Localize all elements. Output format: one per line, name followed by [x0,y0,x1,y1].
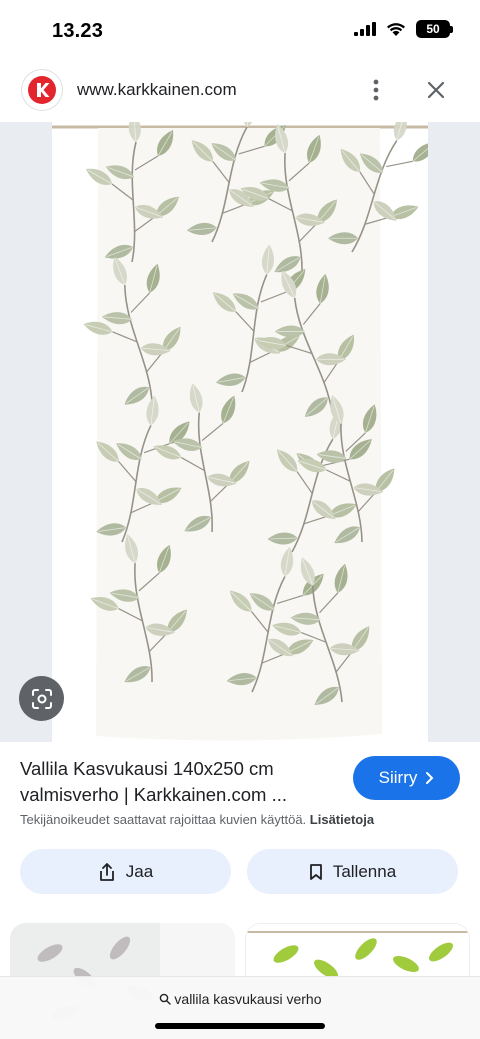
bottom-search-bar[interactable]: vallila kasvukausi verho [0,976,480,1039]
wifi-icon [387,22,405,36]
close-icon[interactable] [422,76,450,104]
save-button[interactable]: Tallenna [247,849,458,894]
search-icon [159,993,171,1005]
status-icons: 50 [354,20,453,38]
visit-button-label: Siirry [378,768,418,787]
site-logo[interactable] [22,70,62,110]
signal-icon [354,22,376,36]
lens-icon[interactable] [19,676,64,721]
browser-url-bar: www.karkkainen.com [0,62,480,120]
bookmark-icon [309,863,322,880]
copyright-notice: Tekijänoikeudet saattavat rajoittaa kuvi… [20,812,374,827]
save-label: Tallenna [332,861,397,881]
home-indicator [155,1023,325,1029]
copyright-text: Tekijänoikeudet saattavat rajoittaa kuvi… [20,812,307,827]
more-info-link[interactable]: Lisätietoja [310,812,374,827]
search-query[interactable]: vallila kasvukausi verho [0,991,480,1007]
karkkainen-logo-icon [28,76,56,104]
result-title[interactable]: Vallila Kasvukausi 140x250 cm valmisverh… [20,756,338,808]
search-query-text: vallila kasvukausi verho [174,991,322,1007]
share-icon [99,862,114,881]
product-image[interactable] [52,122,428,742]
status-bar: 13.23 50 [0,0,480,62]
battery-level: 50 [426,22,440,36]
image-preview-area [0,122,480,742]
curtain-illustration [52,122,428,742]
visit-button[interactable]: Siirry [353,756,460,800]
page-url[interactable]: www.karkkainen.com [77,80,237,100]
share-label: Jaa [125,861,154,881]
chevron-right-icon [426,772,434,784]
status-time: 13.23 [52,20,104,42]
battery-icon: 50 [416,20,453,38]
share-button[interactable]: Jaa [20,849,231,894]
menu-dots-icon[interactable] [364,76,388,104]
